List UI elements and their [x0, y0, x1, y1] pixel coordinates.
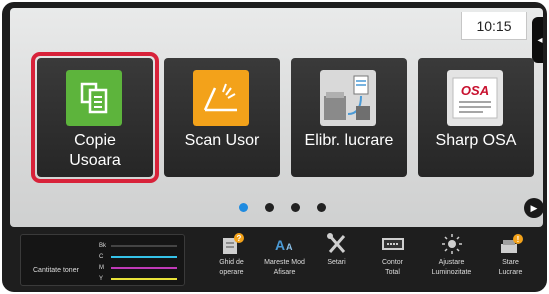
tool-label: Setari — [327, 259, 346, 266]
toner-row-label: Y — [99, 276, 104, 282]
operation-guide-icon: ? — [222, 233, 244, 254]
device-bezel: 10:15 ◂ Copie Usoara Scan Usor Elibr. lu… — [2, 2, 547, 292]
toner-bar — [111, 278, 177, 280]
tile-sharp-osa[interactable]: OSA Sharp OSA — [418, 58, 534, 177]
toner-level-panel: Cantitate toner Bk C M Y — [20, 234, 185, 286]
tile-job-release[interactable]: Elibr. lucrare — [291, 58, 407, 177]
toner-bar — [111, 256, 177, 258]
settings-button[interactable]: Setari — [309, 232, 364, 290]
tile-label: Elibr. lucrare — [291, 131, 407, 151]
svg-text:A: A — [286, 242, 293, 252]
next-page-button[interactable]: ▶ — [524, 198, 543, 218]
tile-easy-copy[interactable]: Copie Usoara — [37, 58, 153, 177]
scan-icon — [193, 70, 249, 126]
total-count-icon — [381, 238, 404, 250]
toner-row-label: C — [99, 254, 104, 260]
toner-row-bk: Bk — [99, 243, 177, 249]
operation-guide-button[interactable]: ? Ghid de operare — [204, 232, 259, 290]
page-indicator — [239, 203, 326, 212]
play-arrow-icon: ▶ — [530, 202, 538, 213]
clock: 10:15 — [461, 12, 527, 40]
page-dot[interactable] — [265, 203, 274, 212]
tool-label: Mareste Mod Afisare — [264, 259, 305, 276]
svg-text:A: A — [275, 237, 285, 253]
svg-text:OSA: OSA — [461, 83, 489, 98]
brightness-icon — [441, 234, 462, 254]
tile-easy-scan[interactable]: Scan Usor — [164, 58, 280, 177]
tile-label: Copie Usoara — [37, 131, 153, 171]
toner-label: Cantitate toner — [33, 267, 79, 274]
job-status-button[interactable]: ! Stare Lucrare — [483, 232, 538, 290]
home-screen: 10:15 ◂ Copie Usoara Scan Usor Elibr. lu… — [10, 8, 543, 227]
job-release-icon — [320, 70, 376, 126]
toner-bar — [111, 245, 177, 247]
bottom-toolbar: Cantitate toner Bk C M Y ? Ghid de opera… — [10, 230, 543, 290]
svg-text:?: ? — [236, 234, 241, 243]
page-dot[interactable] — [317, 203, 326, 212]
sharp-osa-icon: OSA — [447, 70, 503, 126]
total-count-button[interactable]: Contor Total — [365, 232, 420, 290]
toner-row-m: M — [99, 265, 177, 271]
tile-label: Sharp OSA — [418, 131, 534, 151]
tool-label: Ajustare Luminozitate — [431, 259, 472, 276]
enlarge-display-button[interactable]: A A Mareste Mod Afisare — [257, 232, 312, 290]
job-status-icon: ! — [500, 234, 523, 253]
clock-time: 10:15 — [476, 17, 512, 34]
toner-row-c: C — [99, 254, 177, 260]
tile-label-text: Copie Usoara — [69, 132, 121, 169]
tool-label: Contor Total — [381, 259, 403, 276]
toner-row-label: Bk — [99, 243, 107, 249]
tile-label-text: Elibr. lucrare — [304, 132, 394, 149]
chevron-left-icon: ◂ — [537, 34, 543, 46]
toner-row-y: Y — [99, 276, 177, 282]
toner-row-label: M — [99, 265, 104, 271]
page-dot[interactable] — [291, 203, 300, 212]
svg-text:!: ! — [516, 235, 519, 244]
tile-label-text: Sharp OSA — [435, 132, 517, 149]
settings-icon — [326, 233, 345, 253]
tile-label: Scan Usor — [164, 131, 280, 151]
brightness-button[interactable]: Ajustare Luminozitate — [424, 232, 479, 290]
page-dot-active[interactable] — [239, 203, 248, 212]
tool-label: Ghid de operare — [219, 259, 244, 276]
copy-icon — [66, 70, 122, 126]
side-panel-tab[interactable]: ◂ — [532, 17, 543, 63]
tool-label: Stare Lucrare — [498, 259, 523, 276]
toner-bar — [111, 267, 177, 269]
enlarge-display-icon: A A — [275, 237, 293, 253]
tile-label-text: Scan Usor — [184, 132, 260, 149]
